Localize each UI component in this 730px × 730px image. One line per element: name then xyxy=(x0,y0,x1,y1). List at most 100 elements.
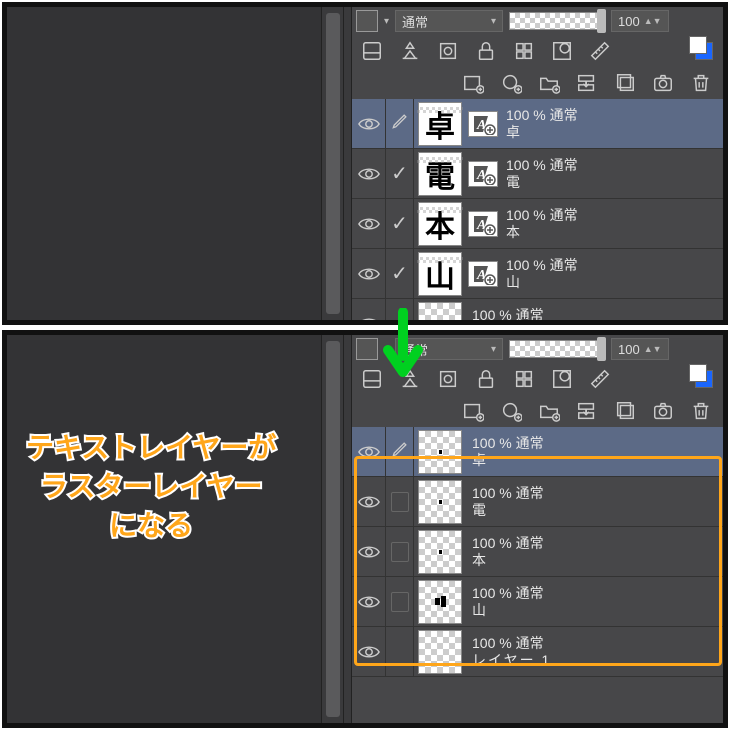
vertical-scrollbar[interactable] xyxy=(321,335,343,723)
visibility-toggle[interactable] xyxy=(352,149,386,198)
visibility-toggle[interactable] xyxy=(352,199,386,248)
layer-thumbnail[interactable] xyxy=(418,430,464,474)
opacity-slider[interactable] xyxy=(509,12,605,30)
trash-icon[interactable] xyxy=(689,399,713,423)
transfer-down-icon[interactable] xyxy=(575,399,599,423)
reference-layer-icon[interactable] xyxy=(398,367,422,391)
mask-icon[interactable] xyxy=(550,367,574,391)
blend-mode-select[interactable]: 通常 ▾ xyxy=(395,338,503,360)
layer-row[interactable]: 100 % 通常レイヤー 1 xyxy=(352,627,723,677)
blend-mode-select[interactable]: 通常 ▾ xyxy=(395,10,503,32)
eye-icon xyxy=(358,444,380,460)
layer-thumbnail[interactable] xyxy=(418,580,464,624)
new-raster-layer-icon[interactable] xyxy=(461,399,485,423)
lock-icon[interactable] xyxy=(474,39,498,63)
lock-transparent-icon[interactable] xyxy=(512,367,536,391)
opacity-slider[interactable] xyxy=(509,340,605,358)
layer-label[interactable]: 100 % 通常レイヤー 1 xyxy=(468,307,723,320)
layer-label[interactable]: 100 % 通常本 xyxy=(468,535,723,569)
clip-mask-icon[interactable] xyxy=(360,367,384,391)
visibility-toggle[interactable] xyxy=(352,527,386,576)
canvas-area[interactable] xyxy=(7,335,321,723)
edit-indicator[interactable]: ✓ xyxy=(386,149,414,198)
canvas-area[interactable] xyxy=(7,7,321,320)
eye-icon xyxy=(358,644,380,660)
opacity-field[interactable]: 100 ▲▼ xyxy=(611,338,669,360)
edit-indicator[interactable] xyxy=(386,577,414,626)
lock-icon[interactable] xyxy=(474,367,498,391)
layer-row[interactable]: ✓本A100 % 通常本 xyxy=(352,199,723,249)
layer-thumbnail[interactable] xyxy=(418,480,464,524)
visibility-toggle[interactable] xyxy=(352,627,386,676)
layer-label[interactable]: 100 % 通常本 xyxy=(502,207,723,241)
layer-row[interactable]: 100 % 通常電 xyxy=(352,477,723,527)
layer-row[interactable]: ✓電A100 % 通常電 xyxy=(352,149,723,199)
new-vector-layer-icon[interactable] xyxy=(499,399,523,423)
layer-thumbnail[interactable]: 本 xyxy=(418,202,464,246)
layer-label[interactable]: 100 % 通常電 xyxy=(468,485,723,519)
edit-indicator[interactable] xyxy=(386,627,414,676)
layer-thumbnail[interactable]: 山 xyxy=(418,252,464,296)
new-raster-layer-icon[interactable] xyxy=(461,71,485,95)
draft-layer-icon[interactable] xyxy=(436,39,460,63)
edit-indicator[interactable] xyxy=(386,427,414,476)
layer-label[interactable]: 100 % 通常山 xyxy=(502,257,723,291)
new-vector-layer-icon[interactable] xyxy=(499,71,523,95)
edit-indicator[interactable]: ✓ xyxy=(386,199,414,248)
camera-icon[interactable] xyxy=(651,71,675,95)
edit-indicator[interactable] xyxy=(386,477,414,526)
empty-slot-icon xyxy=(391,492,409,512)
chevron-down-icon: ▾ xyxy=(491,344,496,355)
layer-thumbnail[interactable] xyxy=(418,302,464,321)
layer-row[interactable]: 100 % 通常卓 xyxy=(352,427,723,477)
visibility-toggle[interactable] xyxy=(352,99,386,148)
new-folder-icon[interactable] xyxy=(537,71,561,95)
layer-row[interactable]: 卓A100 % 通常卓 xyxy=(352,99,723,149)
layer-row[interactable]: 100 % 通常レイヤー 1 xyxy=(352,299,723,320)
merge-down-icon[interactable] xyxy=(613,71,637,95)
layer-row[interactable]: ✓山A100 % 通常山 xyxy=(352,249,723,299)
fg-bg-color-swatch[interactable] xyxy=(693,40,715,62)
lock-transparent-icon[interactable] xyxy=(512,39,536,63)
fg-bg-color-swatch[interactable] xyxy=(693,368,715,390)
edit-indicator[interactable]: ✓ xyxy=(386,249,414,298)
camera-icon[interactable] xyxy=(651,399,675,423)
draft-layer-icon[interactable] xyxy=(436,367,460,391)
opacity-field[interactable]: 100 ▲▼ xyxy=(611,10,669,32)
layer-color-swatch[interactable] xyxy=(356,338,378,360)
clip-mask-icon[interactable] xyxy=(360,39,384,63)
transfer-down-icon[interactable] xyxy=(575,71,599,95)
eye-icon xyxy=(358,544,380,560)
layer-row[interactable]: 100 % 通常山 xyxy=(352,577,723,627)
visibility-toggle[interactable] xyxy=(352,299,386,320)
new-folder-icon[interactable] xyxy=(537,399,561,423)
merge-down-icon[interactable] xyxy=(613,399,637,423)
visibility-toggle[interactable] xyxy=(352,577,386,626)
layer-color-swatch[interactable] xyxy=(356,10,378,32)
text-layer-badge: A xyxy=(468,111,498,137)
ruler-icon[interactable] xyxy=(588,39,612,63)
visibility-toggle[interactable] xyxy=(352,249,386,298)
reference-layer-icon[interactable] xyxy=(398,39,422,63)
edit-indicator[interactable] xyxy=(386,99,414,148)
layer-label[interactable]: 100 % 通常レイヤー 1 xyxy=(468,635,723,669)
layer-row[interactable]: 100 % 通常本 xyxy=(352,527,723,577)
layer-label[interactable]: 100 % 通常卓 xyxy=(502,107,723,141)
visibility-toggle[interactable] xyxy=(352,477,386,526)
edit-indicator[interactable] xyxy=(386,527,414,576)
layer-thumbnail[interactable] xyxy=(418,630,464,674)
edit-indicator[interactable] xyxy=(386,299,414,320)
layer-label[interactable]: 100 % 通常山 xyxy=(468,585,723,619)
visibility-toggle[interactable] xyxy=(352,427,386,476)
layer-thumbnail[interactable]: 卓 xyxy=(418,102,464,146)
text-layer-badge: A xyxy=(468,211,498,237)
layer-thumbnail[interactable]: 電 xyxy=(418,152,464,196)
pencil-icon xyxy=(390,111,410,136)
mask-icon[interactable] xyxy=(550,39,574,63)
vertical-scrollbar[interactable] xyxy=(321,7,343,320)
ruler-icon[interactable] xyxy=(588,367,612,391)
layer-label[interactable]: 100 % 通常電 xyxy=(502,157,723,191)
trash-icon[interactable] xyxy=(689,71,713,95)
layer-thumbnail[interactable] xyxy=(418,530,464,574)
layer-label[interactable]: 100 % 通常卓 xyxy=(468,435,723,469)
